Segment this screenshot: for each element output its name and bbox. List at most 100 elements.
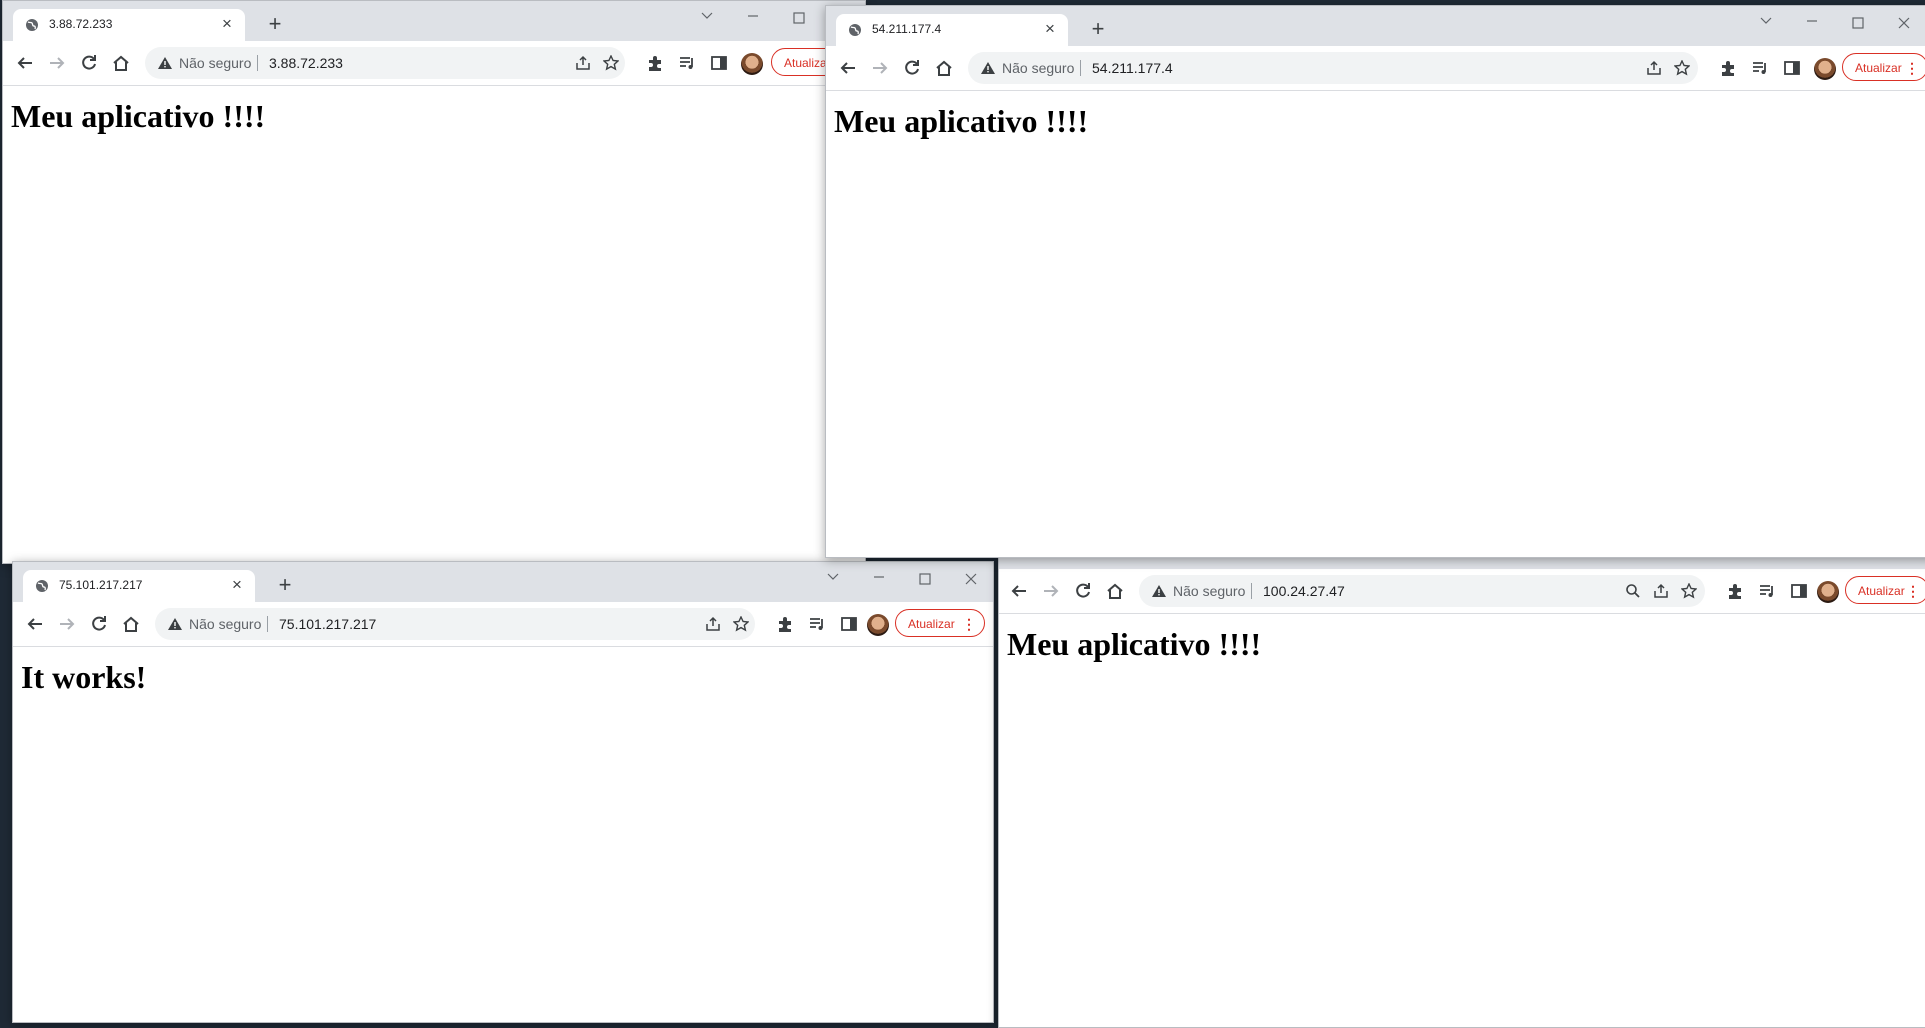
update-label: Atualizar — [908, 617, 955, 631]
reload-icon[interactable] — [900, 56, 924, 80]
reload-icon[interactable] — [87, 612, 111, 636]
browser-tab[interactable]: 54.211.177.4 × — [836, 14, 1068, 46]
close-tab-icon[interactable]: × — [217, 14, 237, 34]
tab-title: 75.101.217.217 — [59, 578, 143, 592]
url-text[interactable]: 75.101.217.217 — [279, 616, 376, 632]
minimize-icon[interactable] — [731, 7, 775, 29]
avatar[interactable] — [1814, 58, 1836, 80]
browser-tab[interactable]: 75.101.217.217 × — [23, 570, 255, 602]
browser-tab[interactable]: 3.88.72.233 × — [13, 9, 245, 41]
security-label[interactable]: Não seguro — [179, 55, 251, 71]
media-icon[interactable] — [1748, 56, 1772, 80]
home-icon[interactable] — [1103, 579, 1127, 603]
maximize-icon[interactable] — [777, 7, 821, 29]
page-content: Meu aplicativo !!!! — [826, 91, 1925, 557]
globe-icon — [26, 19, 38, 31]
back-arrow-icon[interactable] — [836, 56, 860, 80]
chevron-down-icon[interactable] — [811, 568, 855, 590]
star-icon[interactable] — [1679, 581, 1699, 601]
star-icon[interactable] — [601, 53, 621, 73]
share-icon[interactable] — [1644, 58, 1664, 78]
kebab-menu-icon[interactable]: ⋮ — [1905, 54, 1919, 82]
reload-icon[interactable] — [77, 51, 101, 75]
address-bar[interactable]: Não seguro 54.211.177.4 — [968, 52, 1698, 84]
share-icon[interactable] — [703, 614, 723, 634]
address-bar[interactable]: Não seguro 75.101.217.217 — [155, 608, 755, 640]
forward-arrow-icon[interactable] — [868, 56, 892, 80]
update-button[interactable]: Atualizar ⋮ — [1842, 53, 1925, 81]
media-icon[interactable] — [1755, 579, 1779, 603]
url-text[interactable]: 100.24.27.47 — [1263, 583, 1345, 599]
close-tab-icon[interactable]: × — [1040, 19, 1060, 39]
maximize-icon[interactable] — [1836, 12, 1880, 34]
media-icon[interactable] — [675, 51, 699, 75]
browser-window-1: 3.88.72.233 × + Não seguro 3.88.72.233 A… — [2, 0, 866, 564]
back-arrow-icon[interactable] — [13, 51, 37, 75]
update-label: Atualizar — [784, 56, 831, 70]
extensions-icon[interactable] — [643, 51, 667, 75]
forward-arrow-icon[interactable] — [55, 612, 79, 636]
share-icon[interactable] — [1651, 581, 1671, 601]
search-icon[interactable] — [1623, 581, 1643, 601]
update-label: Atualizar — [1855, 61, 1902, 75]
tab-strip: 54.211.177.4 × + — [826, 6, 1925, 46]
home-icon[interactable] — [109, 51, 133, 75]
divider — [1251, 583, 1252, 599]
forward-arrow-icon[interactable] — [1039, 579, 1063, 603]
page-content: Meu aplicativo !!!! — [999, 614, 1925, 1027]
warning-icon — [981, 62, 995, 74]
side-panel-icon[interactable] — [837, 612, 861, 636]
address-bar[interactable]: Não seguro 3.88.72.233 — [145, 47, 625, 79]
minimize-icon[interactable] — [857, 568, 901, 590]
page-heading: Meu aplicativo !!!! — [11, 98, 266, 134]
tab-strip — [999, 557, 1925, 569]
kebab-menu-icon[interactable]: ⋮ — [1906, 577, 1920, 605]
url-text[interactable]: 54.211.177.4 — [1092, 60, 1173, 76]
media-icon[interactable] — [805, 612, 829, 636]
share-icon[interactable] — [573, 53, 593, 73]
back-arrow-icon[interactable] — [23, 612, 47, 636]
warning-icon — [168, 618, 182, 630]
avatar[interactable] — [867, 614, 889, 636]
side-panel-icon[interactable] — [1780, 56, 1804, 80]
update-button[interactable]: Atualizar ⋮ — [1845, 576, 1925, 604]
page-heading: It works! — [21, 659, 147, 695]
extensions-icon[interactable] — [773, 612, 797, 636]
close-window-icon[interactable] — [1882, 12, 1925, 34]
warning-icon — [158, 57, 172, 69]
avatar[interactable] — [1817, 581, 1839, 603]
side-panel-icon[interactable] — [1787, 579, 1811, 603]
close-window-icon[interactable] — [949, 568, 993, 590]
star-icon[interactable] — [1672, 58, 1692, 78]
security-label[interactable]: Não seguro — [189, 616, 261, 632]
home-icon[interactable] — [119, 612, 143, 636]
forward-arrow-icon[interactable] — [45, 51, 69, 75]
close-tab-icon[interactable]: × — [227, 575, 247, 595]
tab-strip: 75.101.217.217 × + — [13, 562, 993, 602]
back-arrow-icon[interactable] — [1007, 579, 1031, 603]
avatar[interactable] — [741, 53, 763, 75]
page-content: Meu aplicativo !!!! — [3, 86, 865, 563]
chevron-down-icon[interactable] — [685, 7, 729, 29]
minimize-icon[interactable] — [1790, 12, 1834, 34]
star-icon[interactable] — [731, 614, 751, 634]
url-text[interactable]: 3.88.72.233 — [269, 55, 343, 71]
home-icon[interactable] — [932, 56, 956, 80]
side-panel-icon[interactable] — [707, 51, 731, 75]
new-tab-plus-icon[interactable]: + — [263, 13, 287, 37]
kebab-menu-icon[interactable]: ⋮ — [962, 610, 976, 638]
security-label[interactable]: Não seguro — [1173, 583, 1245, 599]
maximize-icon[interactable] — [903, 568, 947, 590]
new-tab-plus-icon[interactable]: + — [273, 574, 297, 598]
extensions-icon[interactable] — [1716, 56, 1740, 80]
reload-icon[interactable] — [1071, 579, 1095, 603]
warning-icon — [1152, 585, 1166, 597]
globe-icon — [36, 580, 48, 592]
chevron-down-icon[interactable] — [1744, 12, 1788, 34]
update-button[interactable]: Atualizar ⋮ — [895, 609, 985, 637]
browser-toolbar: Não seguro 54.211.177.4 Atualizar ⋮ — [826, 46, 1925, 91]
security-label[interactable]: Não seguro — [1002, 60, 1074, 76]
address-bar[interactable]: Não seguro 100.24.27.47 — [1139, 575, 1705, 607]
new-tab-plus-icon[interactable]: + — [1086, 18, 1110, 42]
extensions-icon[interactable] — [1723, 579, 1747, 603]
